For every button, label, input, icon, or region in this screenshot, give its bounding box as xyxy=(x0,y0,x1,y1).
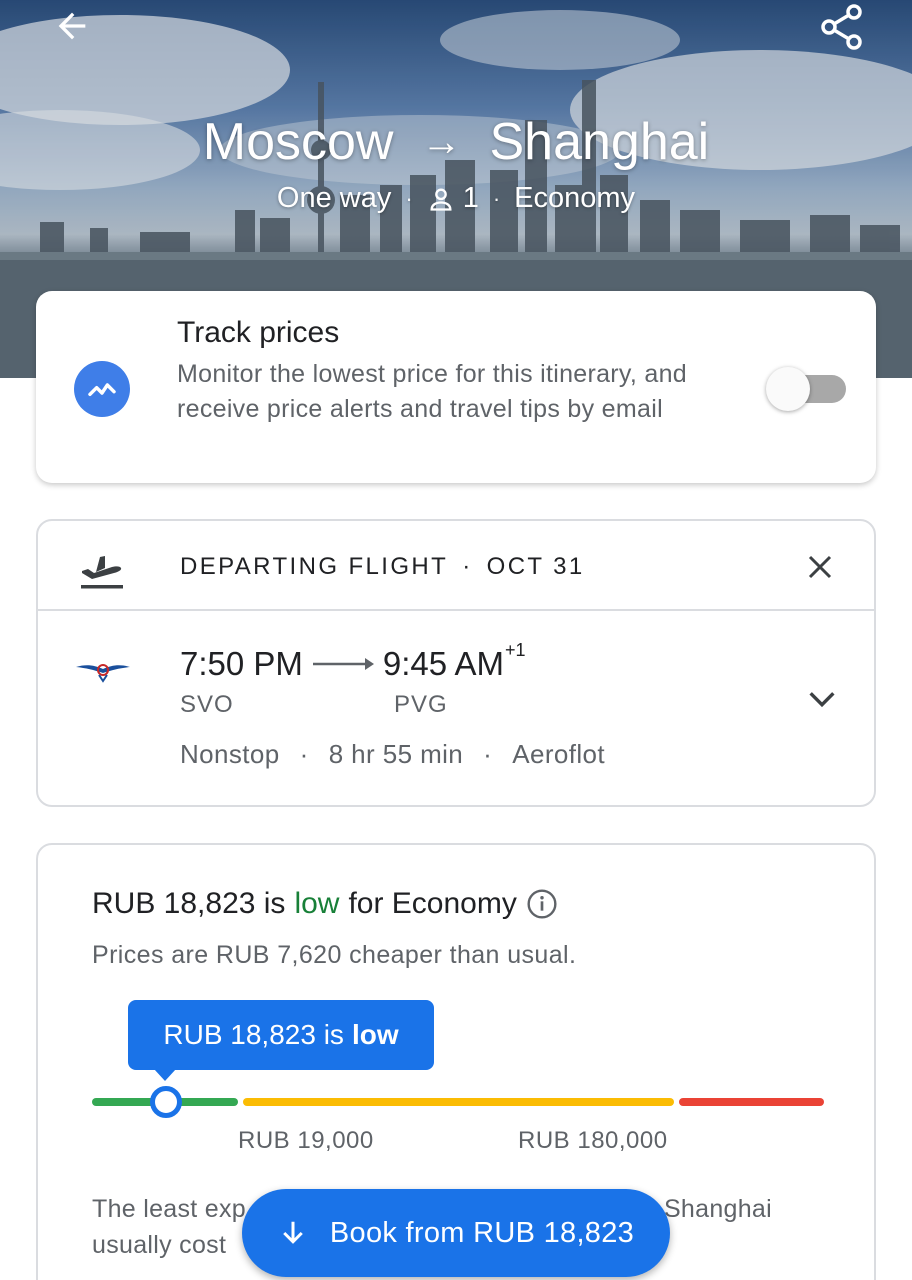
share-icon xyxy=(821,4,862,50)
departing-flight-card: DEPARTING FLIGHT · OCT 31 7:50 PM 9:45 A… xyxy=(36,519,876,807)
back-button[interactable] xyxy=(44,2,100,50)
price-statement: RUB 18,823 is xyxy=(92,887,286,920)
arrow-down-icon xyxy=(283,1221,303,1244)
duration: 8 hr 55 min xyxy=(328,739,464,769)
passenger-count: 1 xyxy=(462,182,479,214)
trend-icon xyxy=(88,383,116,397)
book-button[interactable]: Book from RUB 18,823 xyxy=(242,1189,670,1277)
info-icon[interactable] xyxy=(526,888,558,920)
price-range-high-segment xyxy=(679,1098,824,1106)
close-icon xyxy=(808,555,832,579)
price-range-typical-segment xyxy=(243,1098,674,1106)
day-offset: +1 xyxy=(504,639,526,660)
separator-dot: · xyxy=(405,185,413,211)
trip-meta: One way · 1 · Economy xyxy=(0,182,912,215)
origin-city: Moscow xyxy=(202,113,394,171)
chevron-down-icon xyxy=(809,692,835,708)
route-title: Moscow → Shanghai xyxy=(0,112,912,172)
trend-icon-badge xyxy=(74,361,130,417)
person-icon xyxy=(430,188,452,211)
aeroflot-logo-icon xyxy=(76,664,130,683)
depart-time: 7:50 PM xyxy=(180,645,303,682)
price-insight-heading: RUB 18,823 is low for Economy xyxy=(92,887,558,921)
price-insight-subtitle: Prices are RUB 7,620 cheaper than usual. xyxy=(92,941,577,969)
price-tooltip: RUB 18,823 is low xyxy=(128,1000,434,1070)
tooltip-pointer xyxy=(154,1069,176,1081)
departing-label: DEPARTING FLIGHT xyxy=(180,553,449,580)
separator-dot: · xyxy=(492,185,501,211)
track-prices-toggle[interactable] xyxy=(766,367,848,411)
long-arrow-icon xyxy=(312,658,374,670)
least-text-line1-start: The least exp xyxy=(92,1195,246,1223)
current-price-marker[interactable] xyxy=(150,1086,182,1118)
destination-city: Shanghai xyxy=(489,113,710,171)
book-button-label: Book from RUB 18,823 xyxy=(329,1216,635,1249)
separator-dot: · xyxy=(483,739,493,769)
share-button[interactable] xyxy=(812,2,872,52)
arrive-airport-code: PVG xyxy=(394,691,448,718)
arrive-time: 9:45 AM xyxy=(382,645,504,682)
route-arrow: → xyxy=(421,119,462,164)
flight-times: 7:50 PM 9:45 AM +1 xyxy=(180,640,526,683)
least-text-line1-end: Shanghai xyxy=(663,1195,772,1223)
departing-flight-heading: DEPARTING FLIGHT · OCT 31 xyxy=(180,553,585,581)
flight-date: OCT 31 xyxy=(486,553,585,580)
toggle-knob xyxy=(766,367,810,411)
depart-airport-code: SVO xyxy=(180,691,234,718)
price-cabin: for Economy xyxy=(348,887,517,920)
tooltip-level: low xyxy=(351,1019,399,1050)
tooltip-price: RUB 18,823 is xyxy=(163,1019,344,1050)
remove-flight-button[interactable] xyxy=(800,547,840,587)
range-low-label: RUB 19,000 xyxy=(238,1127,374,1154)
track-prices-card: Track prices Monitor the lowest price fo… xyxy=(36,291,876,483)
range-high-label: RUB 180,000 xyxy=(518,1127,668,1154)
flight-takeoff-icon xyxy=(81,556,123,589)
track-prices-title: Track prices xyxy=(177,316,340,349)
flight-summary: Nonstop · 8 hr 55 min · Aeroflot xyxy=(180,739,605,770)
price-level: low xyxy=(294,887,340,920)
separator-dot: · xyxy=(462,553,473,580)
arrow-left-icon xyxy=(58,12,86,40)
expand-flight-details-button[interactable] xyxy=(802,679,842,719)
trip-type[interactable]: One way xyxy=(277,182,391,215)
cabin-class[interactable]: Economy xyxy=(514,182,635,215)
separator-dot: · xyxy=(299,739,309,769)
track-prices-description: Monitor the lowest price for this itiner… xyxy=(177,360,687,423)
stops: Nonstop xyxy=(180,739,280,769)
flight-card-header: DEPARTING FLIGHT · OCT 31 xyxy=(38,521,874,611)
airline-name: Aeroflot xyxy=(512,739,606,769)
passengers-selector[interactable]: 1 xyxy=(427,182,479,215)
